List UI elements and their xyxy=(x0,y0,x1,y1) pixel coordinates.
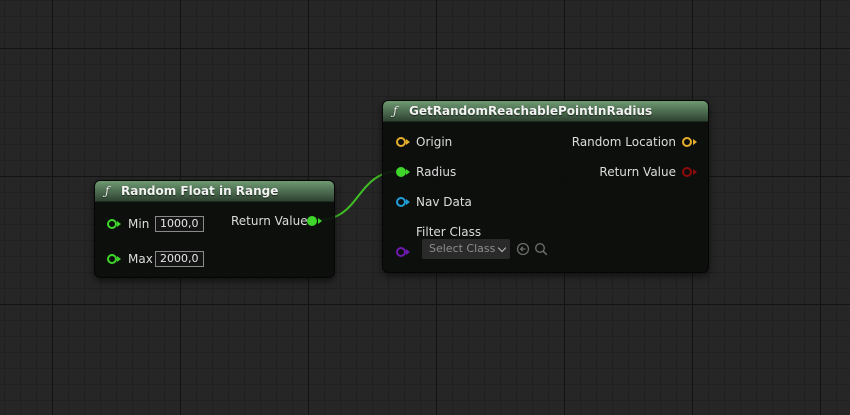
return-value-pin-row: Return Value xyxy=(225,213,325,229)
chevron-down-icon xyxy=(497,243,507,253)
random-float-in-range-node[interactable]: ƒ Random Float in Range Min 1000,0 Max 20… xyxy=(94,180,335,278)
get-random-reachable-point-node[interactable]: ƒ GetRandomReachablePointInRadius Origin … xyxy=(382,100,709,273)
browse-search-icon[interactable] xyxy=(534,242,548,256)
origin-pin-arrow-icon xyxy=(406,139,410,145)
max-pin-arrow-icon xyxy=(117,256,121,262)
return-value-arrow-icon xyxy=(693,169,697,175)
filter-class-pin-row: Select Class xyxy=(396,239,566,262)
nav-data-pin-arrow-icon xyxy=(406,199,410,205)
min-pin[interactable] xyxy=(107,219,117,229)
return-value-pin[interactable] xyxy=(682,167,692,177)
node-header[interactable]: ƒ GetRandomReachablePointInRadius xyxy=(383,101,708,122)
radius-pin[interactable] xyxy=(396,167,406,177)
origin-pin-row: Origin xyxy=(396,134,516,150)
radius-pin-row: Radius xyxy=(396,164,516,180)
return-value-arrow-icon xyxy=(318,218,322,224)
filter-class-label-row: Filter Class xyxy=(396,224,556,240)
node-title: Random Float in Range xyxy=(121,184,279,198)
min-label: Min xyxy=(128,217,150,231)
nav-data-pin[interactable] xyxy=(396,197,406,207)
max-pin-row: Max 2000,0 xyxy=(107,251,217,267)
nav-data-pin-row: Nav Data xyxy=(396,194,516,210)
origin-label: Origin xyxy=(416,135,453,149)
return-value-pin-row: Return Value xyxy=(543,164,698,180)
filter-class-pin-arrow-icon xyxy=(406,249,410,255)
random-location-arrow-icon xyxy=(693,139,697,145)
radius-pin-arrow-icon xyxy=(406,169,410,175)
node-title: GetRandomReachablePointInRadius xyxy=(409,104,653,118)
radius-label: Radius xyxy=(416,165,457,179)
max-pin[interactable] xyxy=(107,254,117,264)
nav-data-label: Nav Data xyxy=(416,195,472,209)
random-location-pin-row: Random Location xyxy=(543,134,698,150)
min-pin-row: Min 1000,0 xyxy=(107,216,217,232)
filter-class-select-value: Select Class xyxy=(429,242,496,255)
max-label: Max xyxy=(128,252,153,266)
return-value-pin[interactable] xyxy=(307,216,317,226)
filter-class-label: Filter Class xyxy=(416,225,482,239)
function-icon: ƒ xyxy=(393,104,398,118)
min-value-input[interactable]: 1000,0 xyxy=(155,216,204,232)
random-location-pin[interactable] xyxy=(682,137,692,147)
origin-pin[interactable] xyxy=(396,137,406,147)
min-pin-arrow-icon xyxy=(117,221,121,227)
filter-class-select[interactable]: Select Class xyxy=(422,239,510,259)
return-value-label: Return Value xyxy=(231,214,308,228)
return-value-label: Return Value xyxy=(599,165,676,179)
max-value-input[interactable]: 2000,0 xyxy=(155,251,204,267)
random-location-label: Random Location xyxy=(571,135,676,149)
node-header[interactable]: ƒ Random Float in Range xyxy=(95,181,334,202)
function-icon: ƒ xyxy=(105,184,110,198)
filter-class-pin[interactable] xyxy=(396,247,406,257)
use-selected-asset-icon[interactable] xyxy=(516,242,530,256)
